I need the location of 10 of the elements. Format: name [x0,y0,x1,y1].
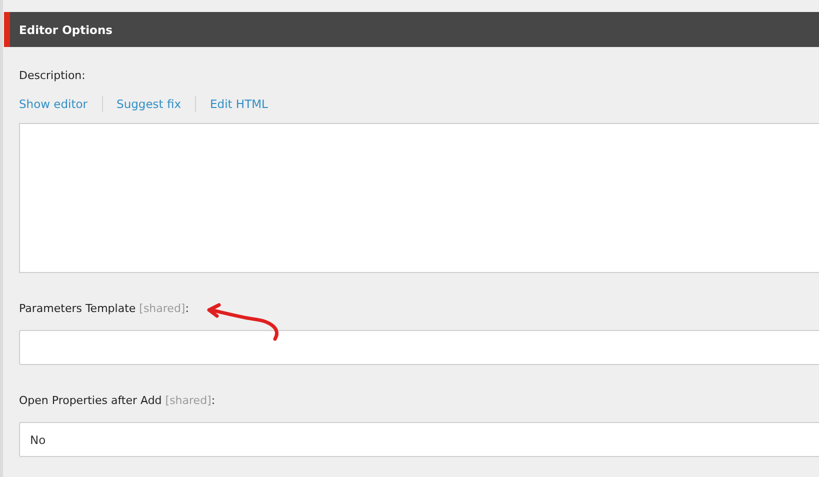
description-editor[interactable] [19,123,819,273]
editor-link[interactable]: Edit HTML [210,97,268,111]
field-label: Description: [19,69,86,84]
editor-link[interactable]: Show editor [19,97,88,111]
field-label: Open Properties after Add [shared]: [19,394,216,409]
section-title: Editor Options [19,22,112,36]
input-field[interactable]: No [19,422,819,457]
editor-link[interactable]: Suggest fix [116,97,181,111]
field-label: Parameters Template [shared]: [19,302,190,317]
input-field[interactable] [19,330,819,365]
